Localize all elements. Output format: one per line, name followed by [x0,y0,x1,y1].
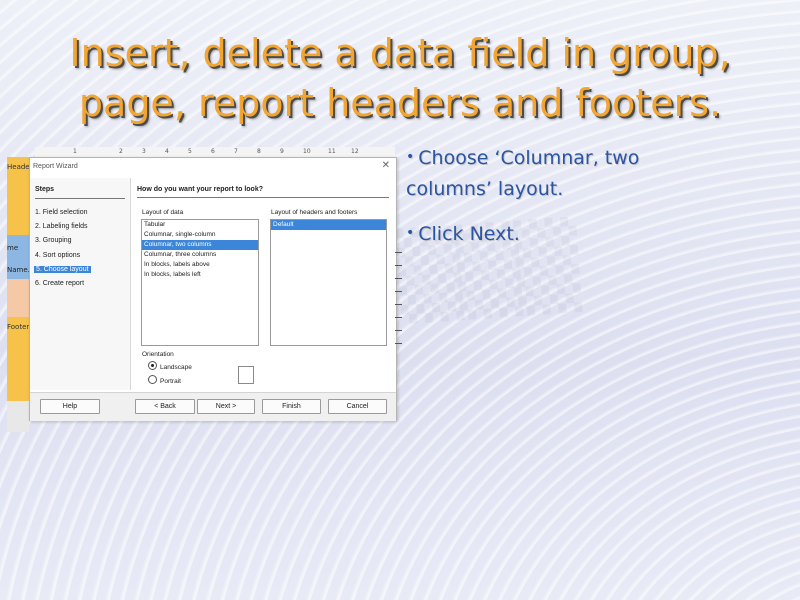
step-choose-layout[interactable]: 5. Choose layout [34,266,91,273]
slide-title-line-1: Insert, delete a data field in group, [69,31,731,75]
list-item-selected[interactable]: Default [271,220,386,230]
section-report-header[interactable]: Header [7,157,33,241]
bullet-icon: • [406,225,415,241]
header-layout-label: Layout of headers and footers [271,209,358,216]
ruler-mark: 12 [351,148,359,155]
report-field-lines [395,252,402,362]
ruler-mark: 6 [211,148,215,155]
step-labeling-fields[interactable]: 2. Labeling fields [35,223,88,230]
dialog-title: Report Wizard [33,163,78,170]
next-button[interactable]: Next > [197,399,255,414]
step-sort-options[interactable]: 4. Sort options [35,252,80,259]
back-button[interactable]: < Back [135,399,195,414]
radio-on-icon [148,361,157,370]
cancel-button[interactable]: Cancel [328,399,387,414]
ruler-mark: 10 [303,148,311,155]
list-item[interactable]: In blocks, labels above [142,260,258,270]
ruler-mark: 2 [119,148,123,155]
list-item[interactable]: Tabular [142,220,258,230]
instruction-list: • Choose ‘Columnar, two columns’ layout. … [406,144,706,267]
header-layout-list[interactable]: Default [270,219,387,346]
ruler-mark: 7 [234,148,238,155]
list-item[interactable]: In blocks, labels left [142,270,258,280]
section-detail[interactable] [7,279,29,317]
dialog-button-bar: Help < Back Next > Finish Cancel [30,392,396,421]
list-item-selected[interactable]: Columnar, two columns [142,240,258,250]
slide-title-line-2: page, report headers and footers. [78,81,722,125]
ruler-mark: 5 [188,148,192,155]
steps-heading: Steps [35,186,55,193]
ruler-mark: 8 [257,148,261,155]
help-button[interactable]: Help [40,399,100,414]
section-name-header[interactable]: Name... [7,261,34,279]
data-layout-list[interactable]: Tabular Columnar, single-column Columnar… [141,219,259,346]
step-create-report[interactable]: 6. Create report [35,280,84,287]
report-section-bars: Header me H... Name... Footer [7,157,34,432]
data-layout-label: Layout of data [142,209,184,216]
close-icon[interactable]: ✕ [382,160,390,171]
step-field-selection[interactable]: 1. Field selection [35,209,88,216]
section-group-header[interactable]: me H... [7,235,29,278]
ruler-mark: 3 [142,148,146,155]
bullet-icon: • [406,149,415,165]
ruler-mark: 9 [280,148,284,155]
divider [137,197,389,198]
finish-button[interactable]: Finish [262,399,321,414]
instruction-click-next: • Click Next. [406,223,520,245]
divider [35,198,125,199]
page-orientation-icon [238,366,254,384]
landscape-radio[interactable]: Landscape [148,361,192,371]
report-wizard-screenshot: 1 2 3 4 5 6 7 8 9 10 11 12 Header me H..… [7,147,402,432]
portrait-radio[interactable]: Portrait [148,375,181,385]
section-report-footer[interactable]: Footer [7,317,29,401]
ruler-mark: 11 [328,148,336,155]
ruler-mark: 1 [73,148,77,155]
list-item[interactable]: Columnar, single-column [142,230,258,240]
radio-off-icon [148,375,157,384]
step-grouping[interactable]: 3. Grouping [35,237,72,244]
report-wizard-dialog: Report Wizard ✕ Steps 1. Field selection… [29,157,397,421]
orientation-label: Orientation [142,351,174,358]
list-item[interactable]: Columnar, three columns [142,250,258,260]
layout-question: How do you want your report to look? [137,186,263,193]
ruler-mark: 4 [165,148,169,155]
slide-title: Insert, delete a data field in group, pa… [20,28,780,128]
instruction-choose-layout: • Choose ‘Columnar, two columns’ layout. [406,147,640,200]
steps-panel: Steps 1. Field selection 2. Labeling fie… [30,178,131,390]
